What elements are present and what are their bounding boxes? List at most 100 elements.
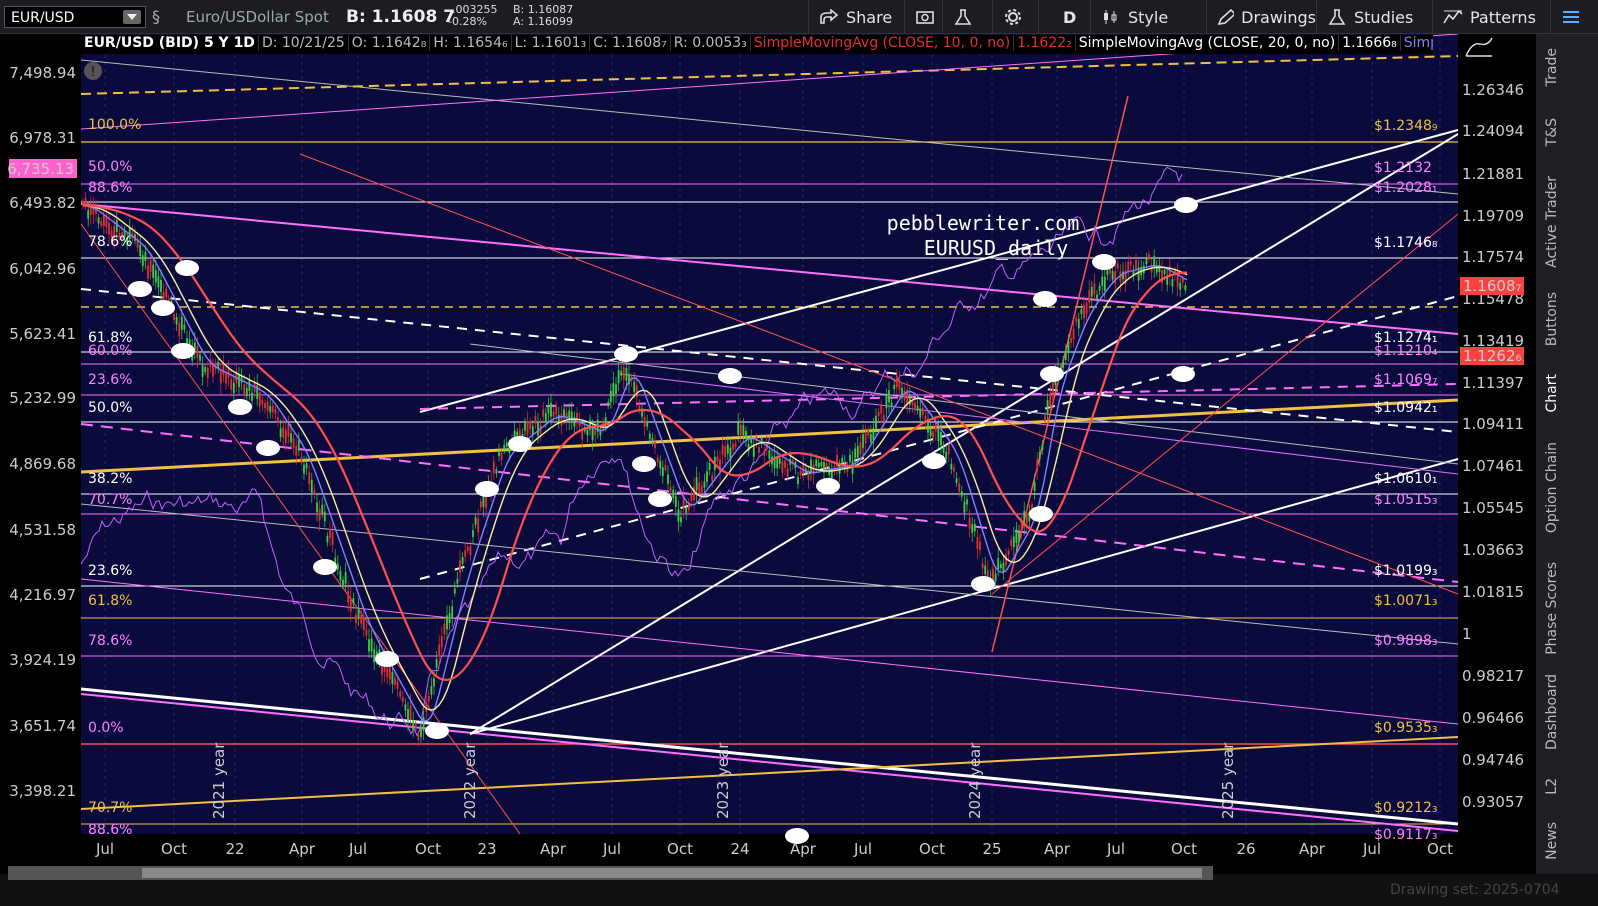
tab-time-sales[interactable]: T&S xyxy=(1544,118,1560,146)
candle-body xyxy=(292,438,295,448)
candle-body xyxy=(942,446,945,453)
timeframe-button[interactable]: D xyxy=(1038,0,1090,34)
candle-body xyxy=(742,425,745,436)
candle-body xyxy=(581,429,584,440)
screenshot-button[interactable] xyxy=(904,0,942,34)
candle-body xyxy=(1145,258,1148,265)
candle-body xyxy=(669,487,672,492)
candle-body xyxy=(407,709,409,722)
tab-phase-scores[interactable]: Phase Scores xyxy=(1544,562,1560,655)
settings-button[interactable] xyxy=(992,0,1038,34)
fib-left-label: 78.6% xyxy=(88,633,132,649)
chart-range: R: 0.0053₃ xyxy=(671,35,751,51)
candle-body xyxy=(950,463,953,470)
chevron-down-icon[interactable] xyxy=(123,10,141,24)
candle-body xyxy=(1072,328,1075,340)
tab-l2[interactable]: L2 xyxy=(1544,778,1560,795)
pivot-marker xyxy=(1092,254,1116,270)
candle-body xyxy=(999,564,1002,569)
candle-body xyxy=(940,432,942,446)
candle-body xyxy=(737,422,740,435)
right-axis-tick: 1.09411 xyxy=(1462,415,1524,433)
candle-body xyxy=(295,446,298,456)
pivot-marker xyxy=(475,481,499,497)
candle-body xyxy=(404,704,407,711)
candle-body xyxy=(264,403,266,409)
sma20-value: 1.1666₈ xyxy=(1339,35,1401,51)
tab-dashboard[interactable]: Dashboard xyxy=(1544,674,1560,750)
drawings-button[interactable]: Drawings xyxy=(1206,0,1316,34)
bid-ask: B: 1.16087 A: 1.16099 xyxy=(513,4,573,28)
candle-body xyxy=(586,429,589,436)
candle-body xyxy=(781,461,784,473)
candle-body xyxy=(724,446,727,458)
candle-body xyxy=(1046,400,1049,414)
candle-body xyxy=(201,364,204,377)
tab-news[interactable]: News xyxy=(1544,822,1560,860)
pivot-marker xyxy=(171,343,195,359)
menu-button[interactable] xyxy=(1550,0,1598,34)
candle-body xyxy=(157,276,160,288)
candle-body xyxy=(1111,271,1114,280)
lab-button[interactable] xyxy=(942,0,992,34)
candle-body xyxy=(1090,286,1093,297)
left-axis-tick: 3,651.74 xyxy=(9,717,76,735)
candlestick-icon xyxy=(1104,10,1117,24)
candle-body xyxy=(695,477,698,491)
x-axis-tick: Jul xyxy=(95,840,114,858)
candle-body xyxy=(282,426,285,438)
candle-body xyxy=(680,517,682,523)
tab-option-chain[interactable]: Option Chain xyxy=(1544,442,1560,533)
candle-body xyxy=(212,364,214,377)
candle-body xyxy=(674,496,677,508)
x-axis-tick: 23 xyxy=(477,840,496,858)
fib-right-label: $1.0610₁ xyxy=(1374,471,1438,487)
pivot-marker xyxy=(313,559,337,575)
candle-body xyxy=(105,217,108,228)
candle-body xyxy=(817,462,820,468)
symbol-selector[interactable]: EUR/USD xyxy=(4,6,146,28)
chart-open: O: 1.1642₈ xyxy=(349,35,431,51)
patterns-button[interactable]: Patterns xyxy=(1432,0,1542,34)
candle-body xyxy=(994,573,997,582)
more-studies[interactable]: Simple... xyxy=(1401,35,1433,51)
candle-body xyxy=(1101,276,1104,286)
tab-buttons[interactable]: Buttons xyxy=(1544,292,1560,346)
candle-body xyxy=(864,433,867,443)
sma10-label[interactable]: SimpleMovingAvg (CLOSE, 10, 0, no) xyxy=(751,35,1015,51)
tab-trade[interactable]: Trade xyxy=(1544,48,1560,86)
chart-date: D: 10/21/25 xyxy=(259,35,349,51)
candle-body xyxy=(882,415,885,421)
x-axis-tick: Apr xyxy=(540,840,567,858)
price-chart[interactable]: 100.0% 50.0% 88.6% 78.6% 61.8% 60.0% 23.6% 50.0… xyxy=(0,34,1536,874)
pivot-marker xyxy=(816,478,840,494)
link-icon[interactable]: § xyxy=(152,7,164,27)
candle-body xyxy=(204,366,207,372)
candle-body xyxy=(368,639,370,652)
share-button[interactable]: Share xyxy=(808,0,904,34)
x-axis-tick: Oct xyxy=(919,840,945,858)
style-button[interactable]: Style xyxy=(1090,0,1178,34)
candle-body xyxy=(945,451,948,459)
candle-body xyxy=(238,374,240,388)
candle-body xyxy=(1088,290,1091,304)
studies-button[interactable]: Studies xyxy=(1316,0,1416,34)
sma20-label[interactable]: SimpleMovingAvg (CLOSE, 20, 0, no) xyxy=(1076,35,1340,51)
candle-body xyxy=(604,417,607,424)
candle-body xyxy=(318,508,321,521)
candle-body xyxy=(451,606,454,618)
candle-body xyxy=(459,560,461,573)
candle-body xyxy=(968,517,971,529)
candle-body xyxy=(1096,294,1098,301)
candle-body xyxy=(258,392,261,407)
candle-body xyxy=(474,517,477,525)
x-axis-tick: Oct xyxy=(161,840,187,858)
tab-active-trader[interactable]: Active Trader xyxy=(1544,176,1560,268)
chart-close: C: 1.1608₇ xyxy=(590,35,671,51)
fib-right-label: $1.1746₈ xyxy=(1374,235,1438,251)
x-axis-tick: 26 xyxy=(1236,840,1255,858)
candle-body xyxy=(895,375,898,388)
tab-chart[interactable]: Chart xyxy=(1544,374,1560,412)
scrollbar-thumb[interactable] xyxy=(142,868,1202,878)
fib-left-label: 0.0% xyxy=(88,720,124,736)
